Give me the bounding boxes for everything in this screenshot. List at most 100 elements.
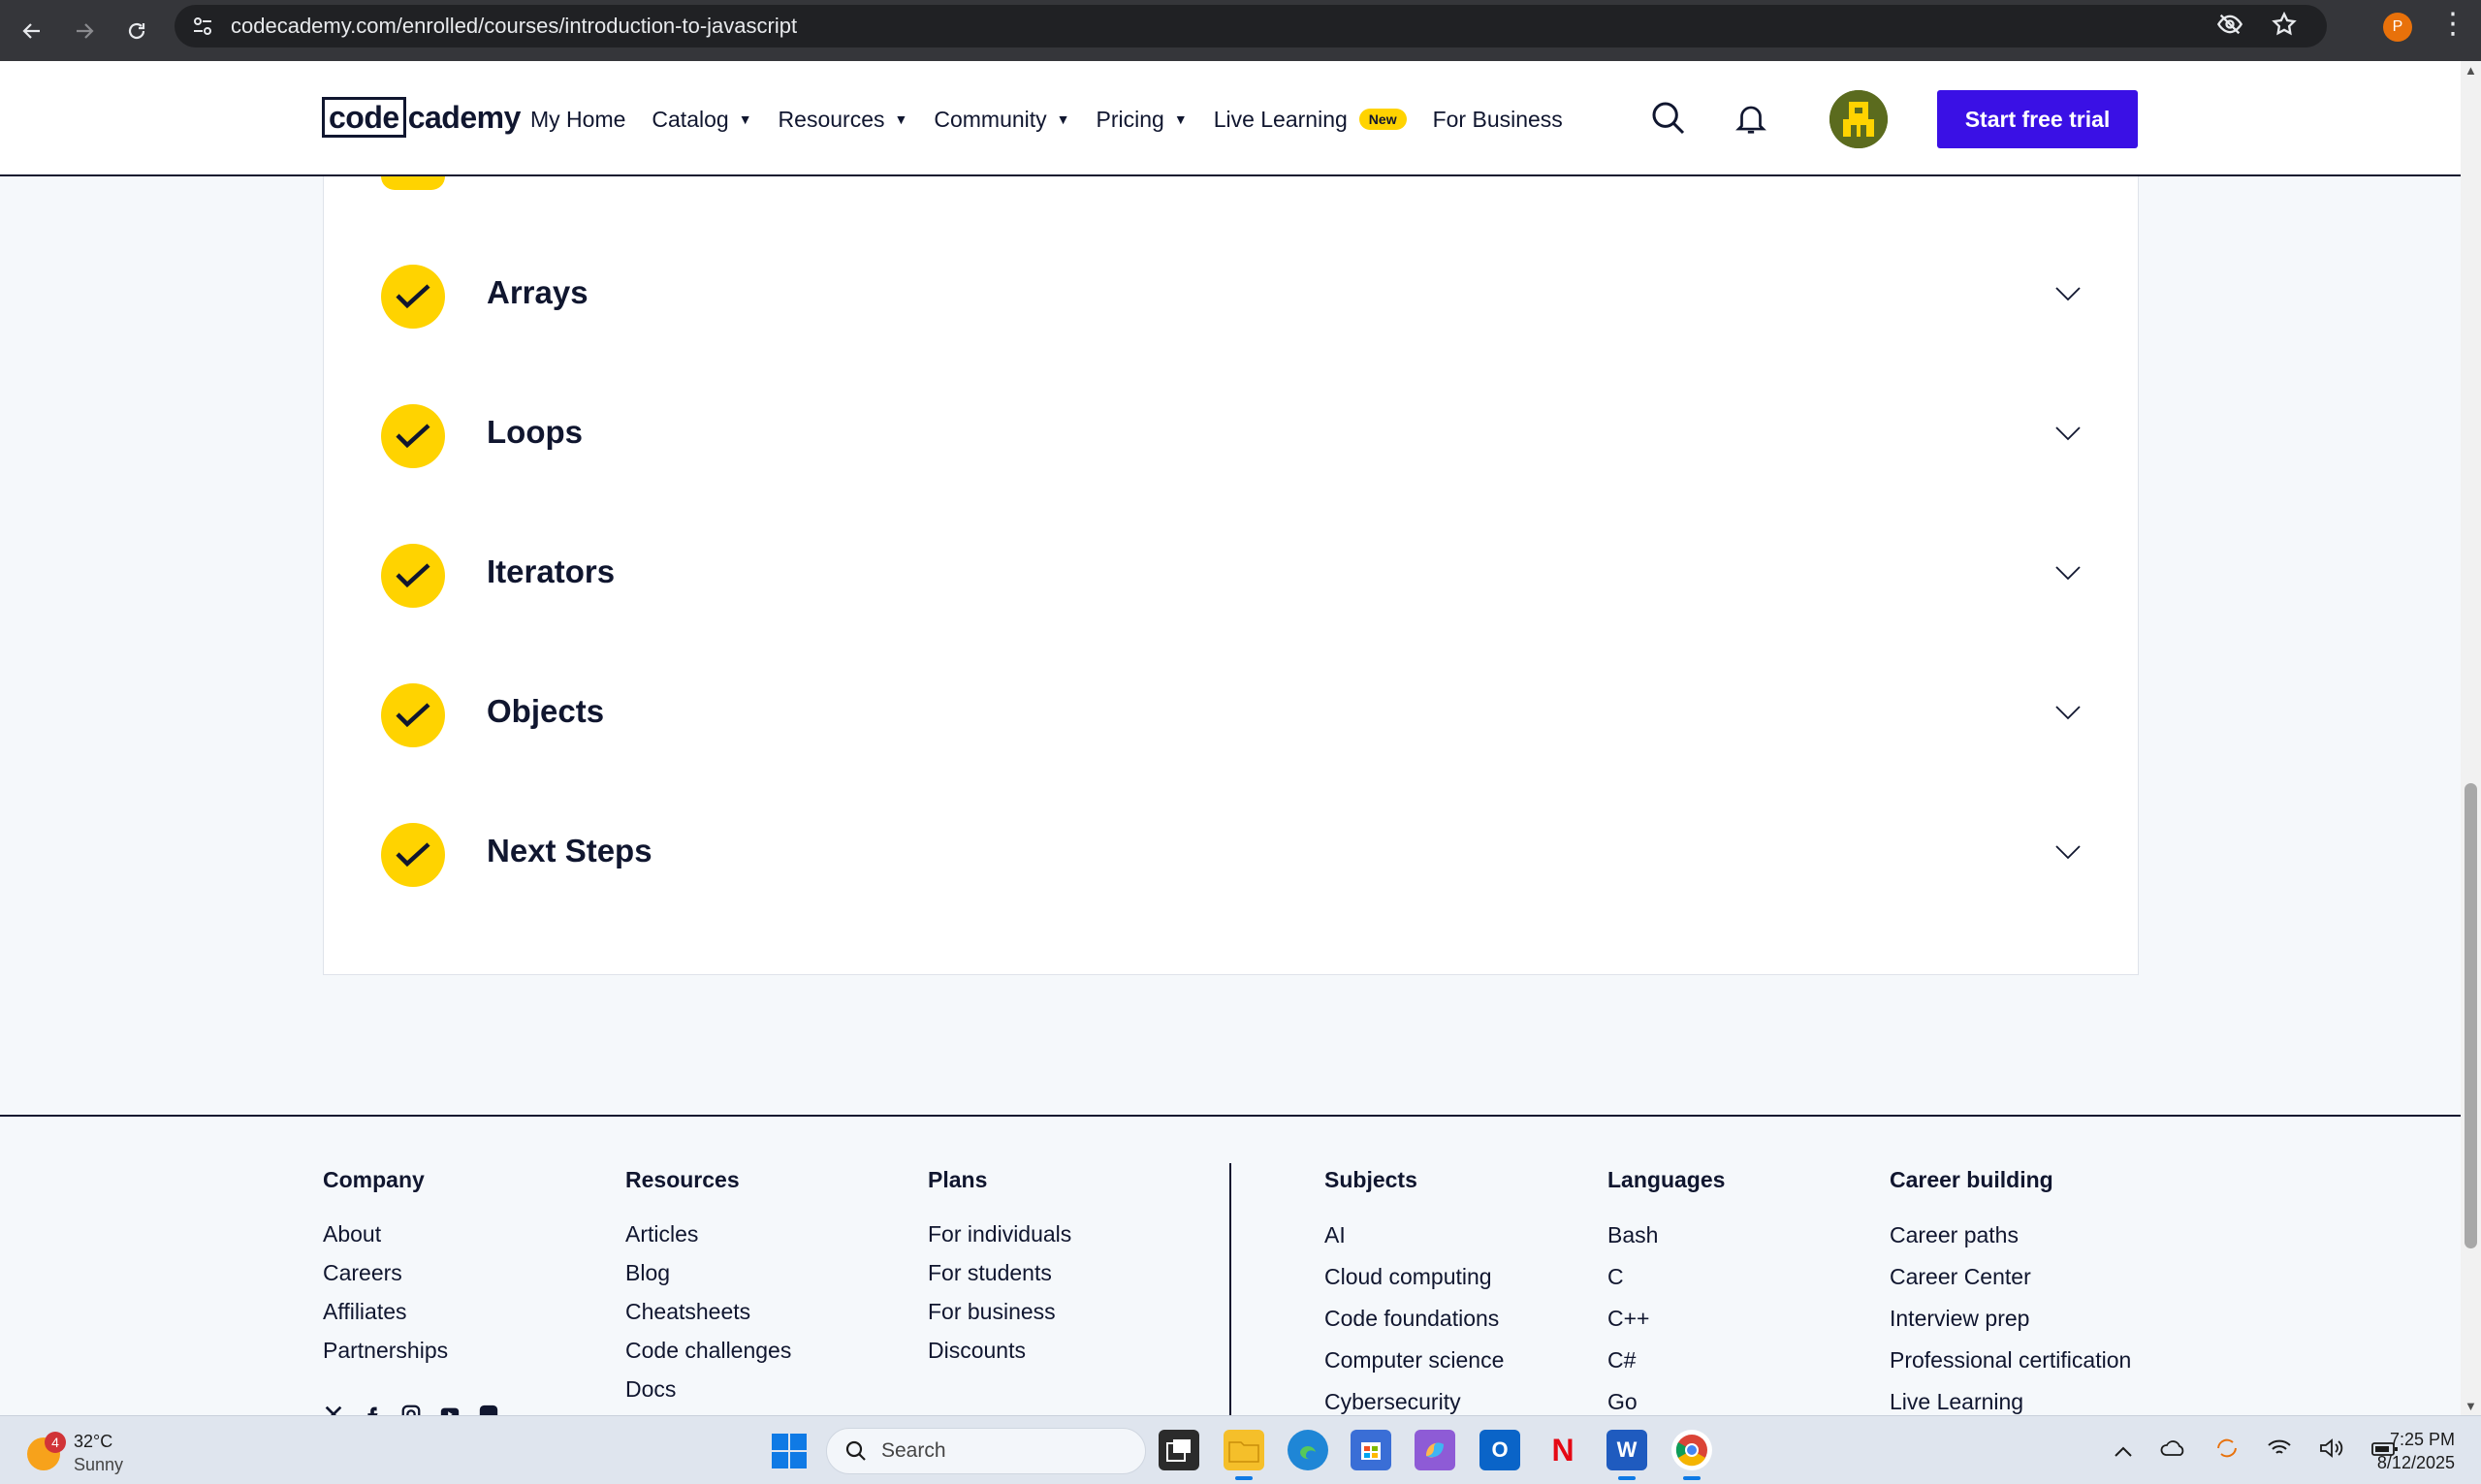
module-objects[interactable]: Objects	[381, 683, 2083, 761]
module-title: Next Steps	[487, 833, 652, 868]
footer-link[interactable]: C	[1607, 1256, 1725, 1298]
user-avatar[interactable]	[1829, 90, 1888, 148]
nav-live-learning[interactable]: Live Learning New	[1214, 100, 1407, 139]
footer-link[interactable]: Interview prep	[1890, 1298, 2131, 1340]
footer-link[interactable]: Computer science	[1324, 1340, 1504, 1381]
start-free-trial-button[interactable]: Start free trial	[1937, 90, 2138, 148]
file-explorer-icon[interactable]	[1224, 1430, 1264, 1480]
footer-link[interactable]: Blog	[625, 1253, 791, 1292]
chevron-up-icon[interactable]	[2114, 1438, 2133, 1464]
chevron-down-icon[interactable]	[2053, 842, 2083, 862]
weather-condition: Sunny	[74, 1455, 124, 1474]
wifi-icon[interactable]	[2267, 1437, 2292, 1465]
youtube-icon[interactable]	[439, 1404, 462, 1415]
footer-link[interactable]: Code foundations	[1324, 1298, 1504, 1340]
footer-link[interactable]: Cybersecurity	[1324, 1381, 1504, 1415]
footer-link[interactable]: Partnerships	[323, 1331, 448, 1370]
footer-link[interactable]: Code challenges	[625, 1331, 791, 1370]
chevron-down-icon[interactable]	[2053, 284, 2083, 303]
nav-my-home[interactable]: My Home	[530, 100, 625, 139]
footer-link[interactable]: Careers	[323, 1253, 448, 1292]
word-icon[interactable]: W	[1606, 1430, 1647, 1480]
module-title: Iterators	[487, 553, 616, 589]
footer-link[interactable]: Go	[1607, 1381, 1725, 1415]
scrollbar-thumb[interactable]	[2465, 783, 2477, 1248]
module-loops[interactable]: Loops	[381, 404, 2083, 482]
task-view-icon[interactable]	[1159, 1430, 1199, 1470]
footer-link[interactable]: Discounts	[928, 1331, 1071, 1370]
browser-menu-icon[interactable]: ⋮	[2438, 10, 2467, 39]
nav-pricing[interactable]: Pricing ▼	[1097, 100, 1188, 139]
volume-icon[interactable]	[2319, 1437, 2344, 1465]
chevron-down-icon[interactable]	[2053, 703, 2083, 722]
site-footer: Company About Careers Affiliates Partner…	[0, 1115, 2461, 1415]
footer-resources: Resources Articles Blog Cheatsheets Code…	[625, 1167, 791, 1408]
search-icon[interactable]	[1648, 98, 1689, 139]
taskbar: 4 32°C Sunny Search O N W 7:25 PM 8/12/2…	[0, 1415, 2481, 1484]
site-header: code cademy My Home Catalog ▼ Resources ▼ C…	[0, 61, 2461, 176]
onedrive-icon[interactable]	[2160, 1437, 2187, 1465]
check-circle-icon	[381, 265, 445, 329]
footer-link[interactable]: Affiliates	[323, 1292, 448, 1331]
site-settings-icon[interactable]	[188, 12, 217, 41]
microsoft-store-icon[interactable]	[1351, 1430, 1391, 1470]
chevron-down-icon[interactable]	[2053, 424, 2083, 443]
nav-community[interactable]: Community ▼	[934, 100, 1069, 139]
bell-icon[interactable]	[1731, 98, 1771, 139]
bookmark-star-icon[interactable]	[2271, 11, 2298, 38]
footer-link[interactable]: C++	[1607, 1298, 1725, 1340]
taskbar-search-placeholder: Search	[881, 1439, 946, 1462]
footer-link[interactable]: C#	[1607, 1340, 1725, 1381]
new-badge: New	[1358, 109, 1407, 130]
profile-avatar[interactable]: P	[2383, 13, 2412, 42]
tiktok-icon[interactable]	[478, 1404, 501, 1415]
footer-link[interactable]: AI	[1324, 1215, 1504, 1256]
footer-heading: Company	[323, 1167, 425, 1192]
chevron-down-icon[interactable]	[2053, 563, 2083, 583]
copilot-icon[interactable]	[1415, 1430, 1455, 1470]
arrow-right-icon	[77, 22, 94, 39]
chrome-icon[interactable]	[1671, 1430, 1712, 1480]
module-title: Objects	[487, 693, 605, 729]
nav-resources[interactable]: Resources ▼	[779, 100, 908, 139]
eye-off-icon[interactable]	[2216, 11, 2243, 38]
footer-link[interactable]: Career paths	[1890, 1215, 2131, 1256]
footer-link[interactable]: Live Learning	[1890, 1381, 2131, 1415]
facebook-icon[interactable]	[362, 1404, 385, 1415]
footer-link[interactable]: Professional certification	[1890, 1340, 2131, 1381]
footer-link[interactable]: For individuals	[928, 1215, 1071, 1253]
module-arrays[interactable]: Arrays	[381, 265, 2083, 342]
weather-widget[interactable]: 4 32°C Sunny	[27, 1428, 182, 1474]
outlook-icon[interactable]: O	[1479, 1430, 1520, 1470]
footer-link[interactable]: Cloud computing	[1324, 1256, 1504, 1298]
scroll-up-icon[interactable]: ▲	[2465, 63, 2477, 78]
footer-link[interactable]: About	[323, 1215, 448, 1253]
forward-button[interactable]	[58, 5, 111, 57]
module-iterators[interactable]: Iterators	[381, 544, 2083, 621]
back-button[interactable]	[6, 5, 58, 57]
reload-button[interactable]	[111, 5, 163, 57]
instagram-icon[interactable]	[400, 1404, 424, 1415]
windows-start-icon[interactable]	[772, 1434, 807, 1468]
footer-link[interactable]: Cheatsheets	[625, 1292, 791, 1331]
page-scrollbar[interactable]: ▲ ▼	[2461, 61, 2481, 1415]
url-text[interactable]: codecademy.com/enrolled/courses/introduc…	[231, 14, 797, 39]
nav-for-business[interactable]: For Business	[1433, 100, 1563, 139]
address-bar[interactable]: codecademy.com/enrolled/courses/introduc…	[175, 5, 2327, 47]
footer-link[interactable]: Career Center	[1890, 1256, 2131, 1298]
netflix-icon[interactable]: N	[1543, 1430, 1583, 1470]
taskbar-search[interactable]: Search	[826, 1428, 1146, 1474]
x-icon[interactable]	[323, 1404, 346, 1415]
edge-browser-icon[interactable]	[1288, 1430, 1328, 1470]
footer-link[interactable]: Bash	[1607, 1215, 1725, 1256]
footer-link[interactable]: For business	[928, 1292, 1071, 1331]
nav-catalog[interactable]: Catalog ▼	[652, 100, 751, 139]
footer-link[interactable]: Docs	[625, 1370, 791, 1408]
system-clock[interactable]: 7:25 PM 8/12/2025	[2366, 1428, 2455, 1474]
scroll-down-icon[interactable]: ▼	[2465, 1399, 2477, 1413]
codecademy-logo[interactable]: code cademy	[322, 96, 521, 139]
module-next-steps[interactable]: Next Steps	[381, 823, 2083, 900]
sync-icon[interactable]	[2214, 1436, 2240, 1467]
footer-link[interactable]: For students	[928, 1253, 1071, 1292]
footer-link[interactable]: Articles	[625, 1215, 791, 1253]
